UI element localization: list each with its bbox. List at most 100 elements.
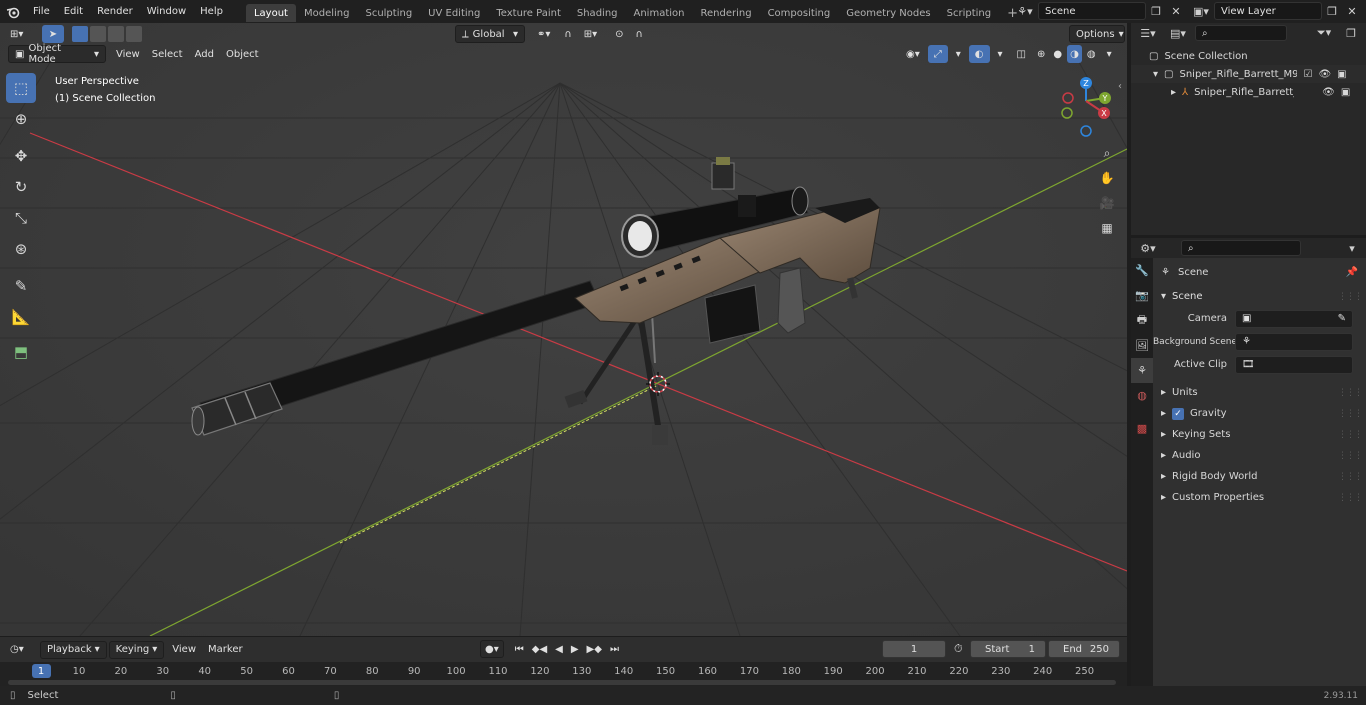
menu-object[interactable]: Object <box>220 45 265 63</box>
display-mode-icon[interactable]: ▤▾ <box>1165 24 1191 42</box>
shading-options-icon[interactable]: ▾ <box>1101 45 1118 63</box>
view-layer-tab-icon[interactable]: 🖼 <box>1131 333 1153 358</box>
eyedropper-icon[interactable]: ✎ <box>1338 313 1346 324</box>
snap-options-icon[interactable]: ⊞▾ <box>578 25 603 43</box>
outliner-search-input[interactable]: ⌕ <box>1195 25 1287 41</box>
overlays-options-icon[interactable]: ▾ <box>992 45 1009 63</box>
drag-handle-icon[interactable]: ⋮⋮⋮ <box>1338 388 1363 398</box>
drag-handle-icon[interactable]: ⋮⋮⋮ <box>1338 409 1363 419</box>
jump-prev-keyframe-icon[interactable]: ◆◀ <box>529 640 550 658</box>
timeline-ruler[interactable]: 1 10 20 30 40 50 60 70 80 90 100 110 120 130 140 150 160… <box>0 662 1127 686</box>
editor-type-icon[interactable]: ⊞▾ <box>4 25 36 43</box>
menu-window[interactable]: Window <box>140 0 193 23</box>
new-collection-icon[interactable]: ❐ <box>1341 24 1361 42</box>
tab-texture-paint[interactable]: Texture Paint <box>488 4 569 22</box>
gizmo-toggle-icon[interactable]: ⤢ <box>927 45 948 63</box>
render-tab-icon[interactable]: 📷 <box>1131 283 1153 308</box>
outliner-item[interactable]: ▾ ▢ Sniper_Rifle_Barrett_M98B_01 ☑ 👁 ▣ <box>1131 65 1366 83</box>
timeline-view-menu[interactable]: View <box>166 641 202 659</box>
delete-view-layer-icon[interactable]: ✕ <box>1342 2 1362 20</box>
add-cube-tool-icon[interactable]: ⬒ <box>6 337 36 367</box>
play-reverse-icon[interactable]: ◀ <box>552 640 566 658</box>
transform-orientation-dropdown[interactable]: ⟂ Global ▾ <box>455 25 525 43</box>
view-layer-icon[interactable]: ▣▾ <box>1188 2 1214 20</box>
tab-layout[interactable]: Layout <box>245 4 296 22</box>
falloff-icon[interactable]: ∩ <box>630 25 649 43</box>
properties-search-input[interactable]: ⌕ <box>1181 240 1301 256</box>
select-set-icon[interactable] <box>72 26 88 42</box>
drag-handle-icon[interactable]: ⋮⋮⋮ <box>1338 430 1363 440</box>
pin-icon[interactable]: 📌 <box>1346 267 1358 278</box>
perspective-toggle-icon[interactable]: ▦ <box>1096 216 1118 240</box>
scene-tab-icon[interactable]: ⚘ <box>1131 358 1153 383</box>
jump-next-keyframe-icon[interactable]: ▶◆ <box>584 640 605 658</box>
menu-help[interactable]: Help <box>193 0 230 23</box>
world-tab-icon[interactable]: ◍ <box>1131 383 1153 408</box>
outliner-editor-type-icon[interactable]: ☰▾ <box>1135 24 1161 42</box>
menu-add[interactable]: Add <box>189 45 220 63</box>
new-scene-icon[interactable]: ❐ <box>1146 2 1166 20</box>
end-frame-field[interactable]: End 250 <box>1048 640 1120 658</box>
stopwatch-icon[interactable]: ⏱ <box>954 642 963 656</box>
pan-hand-icon[interactable]: ✋ <box>1096 166 1118 190</box>
move-tool-icon[interactable]: ✥ <box>6 141 36 171</box>
output-tab-icon[interactable]: 🖶 <box>1131 308 1153 333</box>
scene-panel-header[interactable]: ▾ Scene ⋮⋮⋮ <box>1153 286 1366 307</box>
snap-toggle-icon[interactable]: ∩ <box>558 25 577 43</box>
3d-viewport[interactable]: ⊞▾ ➤ ⟂ Global ▾ ⚭▾ ∩ ⊞▾ ⊙ ∩ Options ▾ ▣ … <box>0 23 1127 636</box>
select-subtract-icon[interactable] <box>108 26 124 42</box>
menu-edit[interactable]: Edit <box>57 0 90 23</box>
tab-scripting[interactable]: Scripting <box>939 4 999 22</box>
navigation-gizmo[interactable]: Z Y X <box>1052 75 1122 141</box>
select-box-tool-icon[interactable]: ⬚ <box>6 73 36 103</box>
keying-sets-panel-header[interactable]: ▸ Keying Sets ⋮⋮⋮ <box>1153 424 1366 445</box>
visibility-eye-icon[interactable]: 👁 <box>1322 87 1335 98</box>
keying-dropdown[interactable]: Keying ▾ <box>108 640 165 659</box>
tab-shading[interactable]: Shading <box>569 4 626 22</box>
gravity-checkbox-icon[interactable]: ✓ <box>1172 407 1185 420</box>
drag-handle-icon[interactable]: ⋮⋮⋮ <box>1338 493 1363 503</box>
transform-tool-icon[interactable]: ⊛ <box>6 234 36 264</box>
camera-view-icon[interactable]: 🎥 <box>1096 191 1118 215</box>
tab-uv-editing[interactable]: UV Editing <box>420 4 488 22</box>
scene-icon[interactable]: ⚘▾ <box>1012 2 1038 20</box>
rotate-tool-icon[interactable]: ↻ <box>6 172 36 202</box>
background-scene-field[interactable]: ⚘ <box>1235 332 1353 351</box>
delete-scene-icon[interactable]: ✕ <box>1166 2 1186 20</box>
current-frame-field[interactable]: 1 <box>882 640 946 658</box>
zoom-icon[interactable]: ⌕ <box>1096 141 1118 165</box>
tab-animation[interactable]: Animation <box>626 4 693 22</box>
tool-tab-icon[interactable]: 🔧 <box>1131 258 1153 283</box>
overlays-toggle-icon[interactable]: ◐ <box>968 45 990 63</box>
viewport-scene[interactable] <box>0 23 1127 636</box>
drag-handle-icon[interactable]: ⋮⋮⋮ <box>1338 451 1363 461</box>
solid-shading-icon[interactable]: ● <box>1050 45 1065 63</box>
outliner-item[interactable]: ▸ ⅄ Sniper_Rifle_Barrett_M98 👁 ▣ <box>1131 83 1366 101</box>
xray-toggle-icon[interactable]: ◫ <box>1011 45 1032 63</box>
menu-render[interactable]: Render <box>90 0 140 23</box>
record-icon[interactable]: ●▾ <box>480 640 504 658</box>
render-camera-icon[interactable]: ▣ <box>1337 69 1346 80</box>
menu-select[interactable]: Select <box>146 45 189 63</box>
audio-panel-header[interactable]: ▸ Audio ⋮⋮⋮ <box>1153 445 1366 466</box>
new-view-layer-icon[interactable]: ❐ <box>1322 2 1342 20</box>
drag-handle-icon[interactable]: ⋮⋮⋮ <box>1338 292 1363 302</box>
custom-properties-panel-header[interactable]: ▸ Custom Properties ⋮⋮⋮ <box>1153 487 1366 508</box>
expand-arrow-icon[interactable]: ▾ <box>1153 69 1158 80</box>
timeline-marker-menu[interactable]: Marker <box>202 641 249 659</box>
tab-compositing[interactable]: Compositing <box>760 4 839 22</box>
blender-logo-icon[interactable] <box>0 3 26 21</box>
proportional-edit-icon[interactable]: ⊙ <box>609 25 629 43</box>
sidebar-toggle-icon[interactable]: ‹ <box>1118 81 1122 92</box>
properties-editor-type-icon[interactable]: ⚙▾ <box>1135 239 1161 257</box>
object-mode-dropdown[interactable]: ▣ Object Mode ▾ <box>8 43 106 65</box>
drag-handle-icon[interactable]: ⋮⋮⋮ <box>1338 472 1363 482</box>
wireframe-shading-icon[interactable]: ⊕ <box>1034 45 1048 63</box>
start-frame-field[interactable]: Start 1 <box>970 640 1046 658</box>
rigid-body-world-panel-header[interactable]: ▸ Rigid Body World ⋮⋮⋮ <box>1153 466 1366 487</box>
tab-rendering[interactable]: Rendering <box>692 4 759 22</box>
visibility-icon[interactable]: ◉▾ <box>900 45 926 63</box>
jump-end-icon[interactable]: ⏭ <box>607 640 622 658</box>
expand-arrow-icon[interactable]: ▸ <box>1171 87 1176 98</box>
playback-dropdown[interactable]: Playback ▾ <box>40 640 107 659</box>
